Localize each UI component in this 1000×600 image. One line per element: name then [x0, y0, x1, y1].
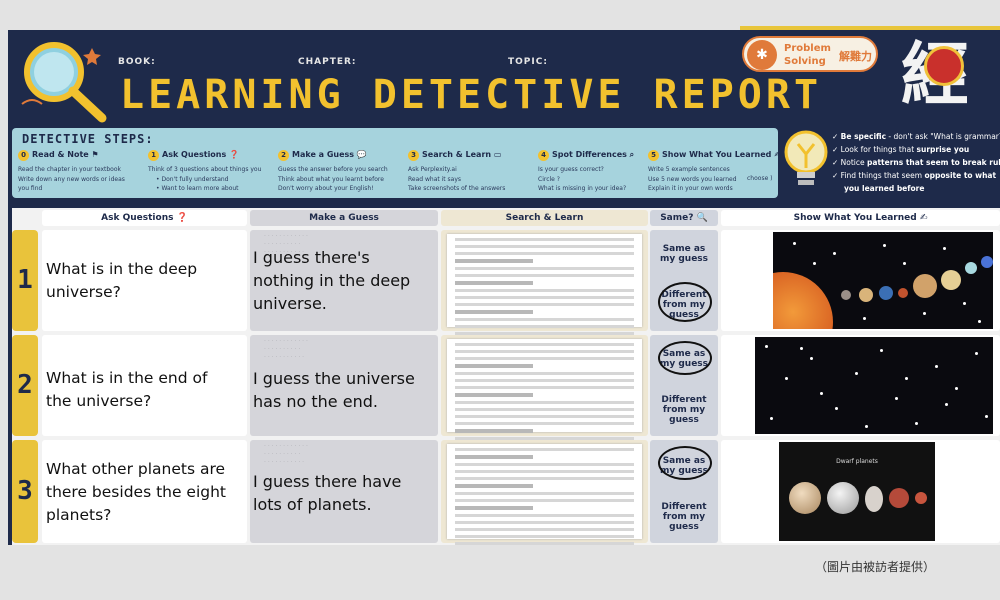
dwarf-planets-image: Dwarf planets [779, 442, 935, 541]
lightbulb-icon [784, 130, 828, 185]
school-seal-icon [924, 46, 964, 86]
question-cell: What other planets are there besides the… [42, 440, 247, 543]
magnifying-glass-icon [21, 42, 107, 123]
show-cell [721, 335, 1000, 436]
row-number: 1 [12, 230, 38, 331]
school-logo: 經 [894, 32, 976, 118]
dwarf-planets-label: Dwarf planets [836, 458, 878, 465]
different-option: Different from my guess [661, 395, 707, 425]
badge-chinese-label: 解難力 [839, 50, 872, 63]
topic-label: TOPIC: [508, 57, 548, 67]
guess-cell: · · · · · · · · · · · · · · · · · · · · ·… [250, 230, 438, 331]
step-3: 3 Search & Learn ▭ Ask Perplexity.ai Read … [408, 150, 506, 192]
question-cell: What is in the end of the universe? [42, 335, 247, 436]
computer-icon: ▭ [491, 150, 502, 159]
puzzle-icon: ✱ [747, 40, 777, 70]
step-5: 5 Show What You Learned ✍ Write 5 example… [648, 150, 781, 192]
search-screenshot-cell [441, 440, 648, 545]
question-text: What is in the end of the universe? [46, 369, 208, 410]
step-title: Make a Guess [292, 150, 355, 159]
header-ask-questions: Ask Questions ❓ [42, 210, 247, 226]
step-title: Spot Differences [552, 150, 627, 159]
report-poster: BOOK: CHAPTER: TOPIC: LEARNING DETECTIVE… [8, 30, 1000, 545]
step-0: 0 Read & Note ⚑ Read the chapter in your … [18, 150, 125, 192]
search-screenshot-cell [441, 230, 648, 335]
book-label: BOOK: [118, 57, 156, 67]
step-2: 2 Make a Guess 💬 Guess the answer before … [278, 150, 388, 192]
show-cell [721, 230, 1000, 331]
same-option: Same as my guess [659, 244, 709, 264]
guess-cell: · · · · · · · · · · · · · · · · · · · · ·… [250, 440, 438, 543]
guess-text: I guess the universe has no the end. [253, 369, 415, 411]
tip-item: ✓ Look for things that surprise you [832, 145, 970, 154]
search-screenshot [447, 234, 642, 335]
header-search-learn: Search & Learn [441, 210, 648, 226]
choose-text: choose ) [747, 175, 773, 182]
tips-list: ✓ Be specific - don't ask "What is gramm… [832, 130, 1000, 195]
header-same: Same? 🔍 [650, 210, 718, 226]
starfield-image [755, 337, 993, 434]
same-cell: Same as my guess Different from my guess [650, 440, 718, 543]
guess-cell: · · · · · · · · · · · · · · · · · · · · ·… [250, 335, 438, 436]
flag-icon: ⚑ [88, 150, 99, 159]
problem-solving-badge: ✱ Problem Solving 解難力 [742, 36, 878, 72]
step-title: Read & Note [32, 150, 89, 159]
question-text: What is in the deep universe? [46, 260, 198, 301]
header-make-a-guess: Make a Guess [250, 210, 438, 226]
search-screenshot-cell [441, 335, 648, 440]
guess-text: I guess there have lots of planets. [253, 472, 402, 514]
show-cell: Dwarf planets [721, 440, 1000, 543]
header-show-what-you-learned: Show What You Learned ✍ [721, 210, 1000, 226]
tip-item: ✓ Find things that seem opposite to what [832, 171, 997, 180]
report-title: LEARNING DETECTIVE REPORT [120, 72, 823, 118]
question-cell: What is in the deep universe? [42, 230, 247, 331]
row-number: 2 [12, 335, 38, 436]
answer-circle-mark [658, 282, 712, 322]
answer-circle-mark [658, 446, 712, 480]
same-cell: Same as my guess Different from my guess [650, 230, 718, 331]
solar-system-image [773, 232, 993, 329]
badge-label: Problem Solving [784, 43, 831, 67]
magnifier-icon: ⌕ [626, 150, 635, 159]
steps-title: DETECTIVE STEPS: [22, 132, 154, 146]
question-text: What other planets are there besides the… [46, 460, 227, 524]
chapter-label: CHAPTER: [298, 57, 357, 67]
tip-item: you learned before [844, 184, 925, 193]
step-1: 1 Ask Questions ❓ Think of 3 questions ab… [148, 150, 262, 192]
photo-credit-caption: （圖片由被訪者提供） [815, 560, 936, 574]
same-cell: Same as my guess Different from my guess [650, 335, 718, 436]
guess-text: I guess there's nothing in the deep univ… [253, 248, 411, 313]
row-number: 3 [12, 440, 38, 543]
step-title: Show What You Learned ✍ [662, 150, 781, 159]
speech-icon: 💬 [354, 150, 367, 159]
different-option: Different from my guess [661, 502, 707, 532]
detective-steps-panel: DETECTIVE STEPS: 0 Read & Note ⚑ Read the… [12, 128, 781, 198]
step-title: Search & Learn [422, 150, 492, 159]
tip-item: ✓ Be specific - don't ask "What is gramm… [832, 132, 1000, 141]
search-screenshot [447, 444, 642, 545]
step-4: 4 Spot Differences ⌕ Is your guess correc… [538, 150, 635, 192]
step-title: Ask Questions ❓ [162, 150, 240, 159]
tip-item: ✓ Notice patterns that seem to break rul… [832, 158, 1000, 167]
answer-circle-mark [658, 341, 712, 375]
search-screenshot [447, 339, 642, 440]
